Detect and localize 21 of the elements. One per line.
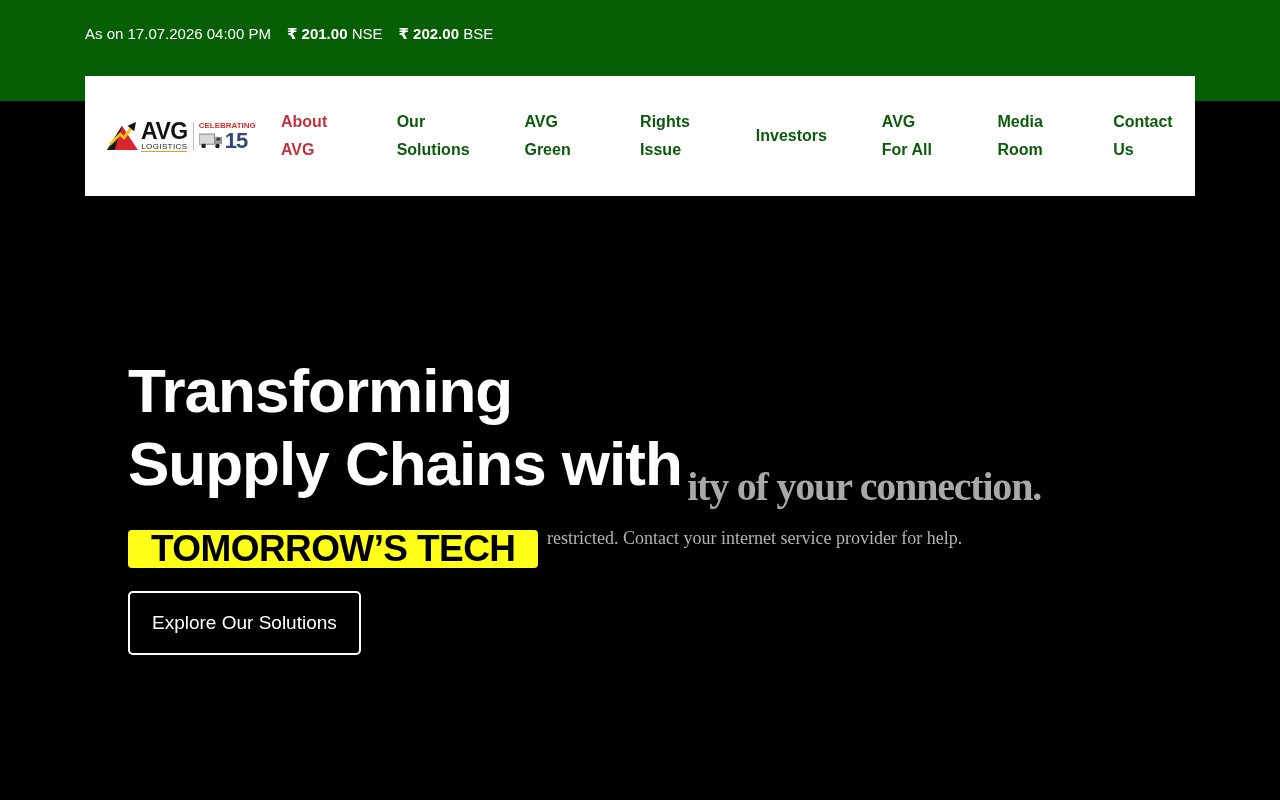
- nav-link[interactable]: Media Room: [997, 108, 1059, 164]
- nav-link[interactable]: Rights Issue: [640, 108, 701, 164]
- connection-error-message: restricted. Contact your internet service provider for help.: [547, 527, 963, 550]
- nav-link[interactable]: AVG For All: [881, 108, 943, 164]
- nav-link[interactable]: Investors: [755, 122, 827, 150]
- anniversary-caption: CELEBRATING: [198, 120, 256, 130]
- nav-link[interactable]: About AVG: [281, 108, 342, 164]
- highlighted-tagline: TOMORROW’S TECH: [128, 530, 539, 568]
- anniversary-number: 15: [224, 129, 248, 152]
- stock-quote: ₹ 202.00 BSE: [398, 25, 494, 43]
- stock-quote: ₹ 201.00 NSE: [287, 25, 383, 43]
- triangle-arrow-icon: [107, 122, 138, 150]
- nav-link[interactable]: AVG Green: [524, 108, 586, 164]
- as-on-date: As on 17.07.2026 04:00 PM: [85, 25, 271, 43]
- explore-solutions-button[interactable]: Explore Our Solutions: [128, 591, 361, 655]
- truck-icon: [198, 132, 223, 149]
- logo-wordmark: AVG: [141, 120, 188, 142]
- nav-link[interactable]: Contact Us: [1113, 108, 1174, 164]
- connection-error-heading: ity of your connection.: [687, 463, 1041, 511]
- nav-link[interactable]: Our Solutions: [396, 108, 470, 164]
- logo-tagline: LOGISTICS: [141, 142, 188, 152]
